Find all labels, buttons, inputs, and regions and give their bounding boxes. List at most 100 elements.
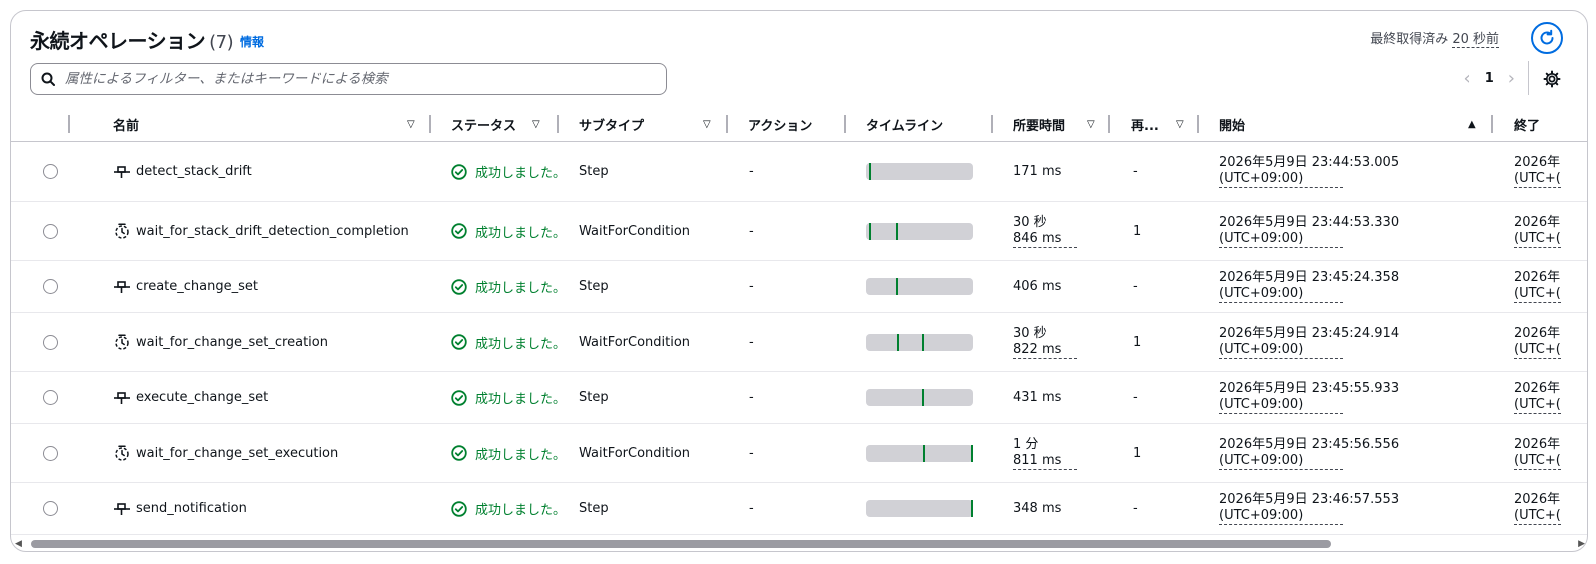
timeline-marker [923, 444, 925, 462]
column-label: 名前 [113, 118, 140, 134]
column-header-end[interactable]: 終了 [1514, 106, 1540, 142]
last-fetched-value[interactable]: 20 秒前 [1452, 32, 1499, 48]
column-header-status[interactable]: ステータス ▽ [451, 106, 551, 142]
prev-page-chevron-icon[interactable]: ‹ [1464, 68, 1471, 89]
horizontal-scrollbar[interactable]: ◀ ▶ [11, 537, 1587, 551]
column-label: 再... [1131, 118, 1159, 134]
retry-count: - [1133, 501, 1138, 516]
column-header-subtype[interactable]: サブタイプ ▽ [579, 106, 719, 142]
row-select-radio[interactable] [43, 334, 58, 350]
table-header: 名前 ▽ ステータス ▽ サブタイプ ▽ アクション タイムライン 所要時間 ▽… [11, 106, 1587, 142]
sort-caret-down-icon[interactable]: ▽ [1176, 119, 1184, 130]
sort-caret-down-icon[interactable]: ▽ [407, 119, 415, 130]
sort-ascending-icon[interactable]: ▲ [1468, 119, 1476, 130]
column-divider[interactable] [1197, 115, 1199, 133]
duration-secondary[interactable]: 811 ms [1013, 453, 1078, 470]
duration-secondary[interactable]: 846 ms [1013, 231, 1078, 248]
column-divider[interactable] [68, 115, 70, 133]
scroll-left-icon[interactable]: ◀ [15, 539, 22, 549]
end-timezone[interactable]: (UTC+( [1514, 342, 1561, 359]
start-time: 2026年5月9日 23:44:53.005 [1219, 155, 1400, 170]
row-select-radio[interactable] [43, 279, 58, 294]
operation-count: (7) [209, 32, 234, 53]
divider [1528, 61, 1529, 95]
row-select-radio[interactable] [43, 501, 58, 516]
start-timezone[interactable]: (UTC+09:00) [1219, 397, 1344, 414]
table-row[interactable]: wait_for_change_set_creation 成功しました。 Wai… [11, 313, 1587, 372]
preferences-button[interactable] [1541, 68, 1563, 90]
operation-name[interactable]: wait_for_stack_drift_detection_completio… [136, 224, 409, 239]
operation-name[interactable]: wait_for_change_set_execution [136, 446, 338, 461]
next-page-chevron-icon[interactable]: › [1508, 68, 1515, 89]
duration-secondary[interactable]: 822 ms [1013, 342, 1078, 359]
row-select-radio[interactable] [43, 390, 58, 405]
table-row[interactable]: send_notification 成功しました。 Step - 348 ms … [11, 483, 1587, 535]
column-divider[interactable] [844, 115, 846, 133]
column-header-start[interactable]: 開始 ▲ [1219, 106, 1484, 142]
column-header-duration[interactable]: 所要時間 ▽ [1013, 106, 1103, 142]
sort-caret-down-icon[interactable]: ▽ [1087, 119, 1095, 130]
search-box[interactable] [30, 63, 667, 95]
row-select-radio[interactable] [43, 445, 58, 461]
end-timezone[interactable]: (UTC+( [1514, 453, 1561, 470]
start-time: 2026年5月9日 23:45:55.933 [1219, 381, 1400, 396]
search-icon [41, 72, 55, 86]
column-divider[interactable] [991, 115, 993, 133]
refresh-button[interactable] [1531, 22, 1563, 54]
end-timezone[interactable]: (UTC+( [1514, 508, 1561, 525]
timeline-marker [869, 222, 871, 240]
table-row[interactable]: wait_for_change_set_execution 成功しました。 Wa… [11, 424, 1587, 483]
success-check-icon [451, 163, 471, 180]
row-select-radio[interactable] [43, 223, 58, 239]
start-timezone[interactable]: (UTC+09:00) [1219, 508, 1344, 525]
table-row[interactable]: detect_stack_drift 成功しました。 Step - 171 ms… [11, 142, 1587, 202]
column-divider[interactable] [1491, 115, 1493, 133]
column-label: タイムライン [866, 118, 944, 134]
durable-operations-panel: 永続オペレーション(7) 情報 最終取得済み20 秒前 ‹ 1 › [10, 10, 1588, 552]
table-row[interactable]: create_change_set 成功しました。 Step - 406 ms … [11, 261, 1587, 313]
end-timezone[interactable]: (UTC+( [1514, 171, 1561, 188]
refresh-icon [1540, 29, 1554, 45]
column-header-name[interactable]: 名前 ▽ [113, 106, 423, 142]
search-input[interactable] [63, 70, 666, 88]
column-divider[interactable] [429, 115, 431, 133]
table-row[interactable]: execute_change_set 成功しました。 Step - 431 ms… [11, 372, 1587, 424]
operation-name[interactable]: create_change_set [136, 279, 258, 294]
column-divider[interactable] [1108, 115, 1110, 133]
operation-name[interactable]: wait_for_change_set_creation [136, 335, 328, 350]
duration-primary: 30 秒 [1013, 325, 1047, 341]
subtype: WaitForCondition [579, 223, 691, 239]
table-row[interactable]: wait_for_stack_drift_detection_completio… [11, 202, 1587, 261]
status-text: 成功しました。 [475, 281, 567, 296]
operation-name[interactable]: execute_change_set [136, 390, 268, 405]
end-timezone[interactable]: (UTC+( [1514, 286, 1561, 303]
wait-icon [113, 222, 131, 240]
current-page[interactable]: 1 [1485, 71, 1494, 86]
end-timezone[interactable]: (UTC+( [1514, 397, 1561, 414]
last-fetched: 最終取得済み 20 秒前 [1370, 28, 1499, 48]
start-timezone[interactable]: (UTC+09:00) [1219, 286, 1344, 303]
action-value: - [749, 445, 754, 461]
start-timezone[interactable]: (UTC+09:00) [1219, 453, 1344, 470]
row-select-radio[interactable] [43, 164, 58, 179]
column-header-retries[interactable]: 再... ▽ [1131, 106, 1191, 142]
info-link[interactable]: 情報 [240, 33, 264, 50]
column-divider[interactable] [557, 115, 559, 133]
scrollbar-thumb[interactable] [31, 540, 1331, 548]
retry-count: 1 [1133, 445, 1142, 461]
start-timezone[interactable]: (UTC+09:00) [1219, 342, 1344, 359]
subtype: Step [579, 501, 609, 516]
scroll-right-icon[interactable]: ▶ [1578, 539, 1585, 549]
operation-name[interactable]: send_notification [136, 501, 247, 516]
wait-icon [113, 444, 131, 462]
retry-count: - [1133, 390, 1138, 405]
end-timezone[interactable]: (UTC+( [1514, 231, 1561, 248]
success-check-icon [451, 334, 471, 350]
sort-caret-down-icon[interactable]: ▽ [532, 119, 540, 130]
sort-caret-down-icon[interactable]: ▽ [703, 119, 711, 130]
start-timezone[interactable]: (UTC+09:00) [1219, 171, 1344, 188]
operation-name[interactable]: detect_stack_drift [136, 164, 252, 179]
start-timezone[interactable]: (UTC+09:00) [1219, 231, 1344, 248]
column-divider[interactable] [726, 115, 728, 133]
timeline-marker [922, 333, 924, 351]
